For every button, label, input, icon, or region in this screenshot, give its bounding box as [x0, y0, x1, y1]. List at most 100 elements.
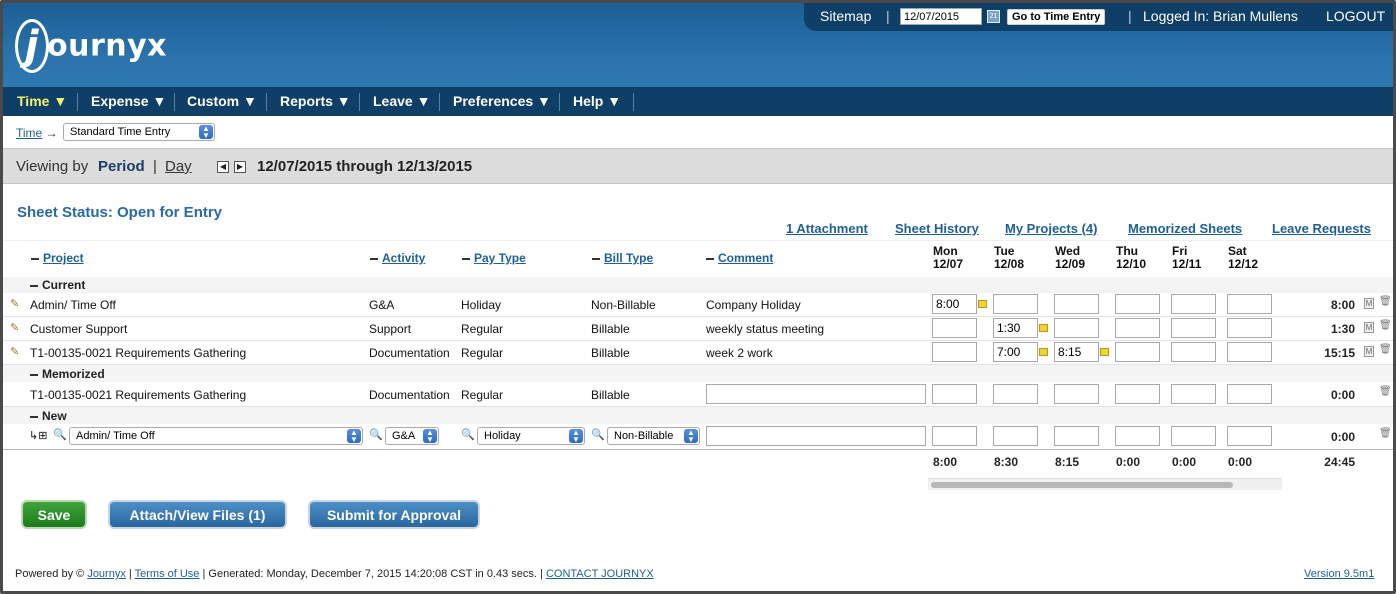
- hours-input[interactable]: [932, 384, 977, 404]
- trash-icon[interactable]: 🗑: [1379, 296, 1392, 307]
- section-new[interactable]: New: [30, 409, 67, 423]
- hours-input[interactable]: [1171, 318, 1216, 338]
- hours-input[interactable]: [1054, 426, 1099, 446]
- logout-link[interactable]: LOGOUT: [1326, 8, 1385, 24]
- memorize-icon[interactable]: M: [1364, 346, 1374, 357]
- search-icon[interactable]: 🔍: [369, 428, 383, 441]
- add-row-icon[interactable]: ↳⊞: [29, 429, 47, 442]
- edit-pencil-icon[interactable]: ✎: [10, 321, 19, 334]
- memorized-sheets-link[interactable]: Memorized Sheets: [1128, 221, 1242, 236]
- entry-type-select[interactable]: Standard Time Entry ▲ ▼: [63, 123, 215, 141]
- next-period-icon[interactable]: ▶: [234, 161, 246, 173]
- hours-input[interactable]: [993, 342, 1038, 362]
- hours-input[interactable]: [1054, 342, 1099, 362]
- note-icon[interactable]: [978, 300, 987, 308]
- sitemap-link[interactable]: Sitemap: [820, 8, 871, 24]
- hours-input[interactable]: [932, 342, 977, 362]
- hours-input[interactable]: [1171, 384, 1216, 404]
- activity-select[interactable]: G&A ▲ ▼: [385, 427, 439, 445]
- section-memorized[interactable]: Memorized: [30, 367, 105, 381]
- activity-column-header[interactable]: Activity: [370, 251, 425, 265]
- nav-reports[interactable]: Reports ▼: [280, 93, 351, 109]
- attachment-link[interactable]: 1 Attachment: [786, 221, 868, 236]
- nav-preferences[interactable]: Preferences ▼: [453, 93, 551, 109]
- sheet-history-link[interactable]: Sheet History: [895, 221, 979, 236]
- hours-input[interactable]: [993, 426, 1038, 446]
- project-select[interactable]: Admin/ Time Off ▲ ▼: [69, 427, 363, 445]
- collapse-icon[interactable]: [706, 257, 714, 260]
- attach-view-files-button[interactable]: Attach/View Files (1): [108, 500, 287, 529]
- breadcrumb-time-link[interactable]: Time: [16, 126, 42, 140]
- calendar-icon[interactable]: 21: [987, 10, 1000, 23]
- bill-type-column-header[interactable]: Bill Type: [592, 251, 653, 265]
- hours-input[interactable]: [993, 294, 1038, 314]
- contact-link[interactable]: CONTACT JOURNYX: [546, 568, 654, 580]
- note-icon[interactable]: [1039, 324, 1048, 332]
- leave-requests-link[interactable]: Leave Requests: [1272, 221, 1371, 236]
- search-icon[interactable]: 🔍: [591, 428, 605, 441]
- hours-input[interactable]: [1054, 384, 1099, 404]
- scrollbar-thumb[interactable]: [931, 482, 1233, 488]
- hours-input[interactable]: [932, 318, 977, 338]
- search-icon[interactable]: 🔍: [53, 428, 67, 441]
- nav-leave[interactable]: Leave ▼: [373, 93, 430, 109]
- project-column-header[interactable]: Project: [31, 251, 84, 265]
- trash-icon[interactable]: 🗑: [1379, 386, 1392, 397]
- memorize-icon[interactable]: M: [1364, 322, 1374, 333]
- hours-input[interactable]: [1115, 342, 1160, 362]
- save-button[interactable]: Save: [21, 500, 87, 529]
- pay-type-select[interactable]: Holiday ▲ ▼: [477, 427, 585, 445]
- journyx-logo[interactable]: j ournyx: [15, 19, 167, 73]
- note-icon[interactable]: [1100, 348, 1109, 356]
- hours-input[interactable]: [1171, 426, 1216, 446]
- trash-icon[interactable]: 🗑: [1379, 320, 1392, 331]
- hours-input[interactable]: [993, 384, 1038, 404]
- note-icon[interactable]: [1039, 348, 1048, 356]
- trash-icon[interactable]: 🗑: [1379, 344, 1392, 355]
- version-link[interactable]: Version 9.5m1: [1304, 568, 1374, 580]
- hours-input[interactable]: [1054, 294, 1099, 314]
- collapse-icon[interactable]: [592, 257, 600, 260]
- prev-period-icon[interactable]: ◀: [217, 161, 229, 173]
- comment-column-header[interactable]: Comment: [706, 251, 773, 265]
- edit-pencil-icon[interactable]: ✎: [10, 297, 19, 310]
- submit-for-approval-button[interactable]: Submit for Approval: [308, 500, 480, 529]
- edit-pencil-icon[interactable]: ✎: [10, 345, 19, 358]
- view-period[interactable]: Period: [98, 158, 145, 175]
- journyx-link[interactable]: Journyx: [87, 568, 126, 580]
- search-icon[interactable]: 🔍: [461, 428, 475, 441]
- go-to-time-entry-button[interactable]: Go to Time Entry: [1007, 9, 1106, 25]
- hours-input[interactable]: [1115, 294, 1160, 314]
- hours-input[interactable]: [1171, 294, 1216, 314]
- bill-type-select[interactable]: Non-Billable ▲ ▼: [607, 427, 700, 445]
- date-input[interactable]: [900, 8, 982, 25]
- pay-type-column-header[interactable]: Pay Type: [462, 251, 526, 265]
- hours-input[interactable]: [1115, 384, 1160, 404]
- hours-input[interactable]: [1227, 294, 1272, 314]
- hours-input[interactable]: [1227, 342, 1272, 362]
- hours-input[interactable]: [1115, 318, 1160, 338]
- collapse-icon[interactable]: [31, 257, 39, 260]
- hours-input[interactable]: [1227, 318, 1272, 338]
- collapse-icon[interactable]: [462, 257, 470, 260]
- my-projects-link[interactable]: My Projects (4): [1005, 221, 1097, 236]
- hours-input[interactable]: [1227, 384, 1272, 404]
- trash-icon[interactable]: 🗑: [1379, 428, 1392, 439]
- hours-input[interactable]: [932, 426, 977, 446]
- terms-link[interactable]: Terms of Use: [135, 568, 200, 580]
- nav-custom[interactable]: Custom ▼: [187, 93, 257, 109]
- section-current[interactable]: Current: [30, 278, 85, 292]
- collapse-icon[interactable]: [370, 257, 378, 260]
- comment-input[interactable]: [706, 426, 926, 446]
- hours-input[interactable]: [993, 318, 1038, 338]
- hours-input[interactable]: [932, 294, 977, 314]
- memorize-icon[interactable]: M: [1364, 298, 1374, 309]
- view-day-link[interactable]: Day: [165, 158, 192, 175]
- nav-expense[interactable]: Expense ▼: [91, 93, 166, 109]
- horizontal-scrollbar[interactable]: [928, 478, 1282, 490]
- comment-input[interactable]: [706, 384, 926, 404]
- nav-time[interactable]: Time ▼: [17, 93, 67, 109]
- nav-help[interactable]: Help ▼: [573, 93, 621, 109]
- hours-input[interactable]: [1227, 426, 1272, 446]
- hours-input[interactable]: [1171, 342, 1216, 362]
